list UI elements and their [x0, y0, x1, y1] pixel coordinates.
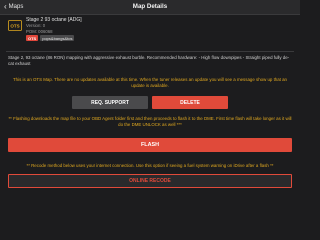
tag-badge: pops&bangs&tos: [40, 35, 75, 41]
flash-note: ** Flashing downloads the map file to yo…: [8, 116, 292, 127]
request-support-button[interactable]: REQ. SUPPORT: [72, 96, 148, 109]
recode-note: ** Recode method below uses your interne…: [26, 163, 274, 168]
page-title: Map Details: [132, 3, 168, 10]
badge-row: OTS pops&bangs&tos: [26, 35, 82, 41]
ots-map-icon: OTS: [8, 20, 22, 31]
map-pom: POM: 006068: [26, 28, 53, 34]
map-info: Stage 2 93 octane [ADG] Version: 0 POM: …: [26, 17, 82, 41]
divider: [6, 51, 294, 52]
delete-button[interactable]: DELETE: [152, 96, 228, 109]
map-description: Stage 2, 93 octane (86 RON) mapping with…: [8, 55, 290, 66]
ots-notice: This is an OTS Map. There are no updates…: [13, 77, 287, 88]
ots-badge: OTS: [26, 35, 39, 41]
online-recode-button[interactable]: ONLINE RECODE: [8, 174, 292, 188]
app-screen: ‹ Maps Map Details OTS Stage 2 93 octane…: [0, 0, 300, 200]
flash-button[interactable]: FLASH: [8, 138, 292, 152]
navigation-bar: ‹ Maps Map Details: [0, 0, 300, 15]
svg-text:OTS: OTS: [10, 23, 19, 28]
